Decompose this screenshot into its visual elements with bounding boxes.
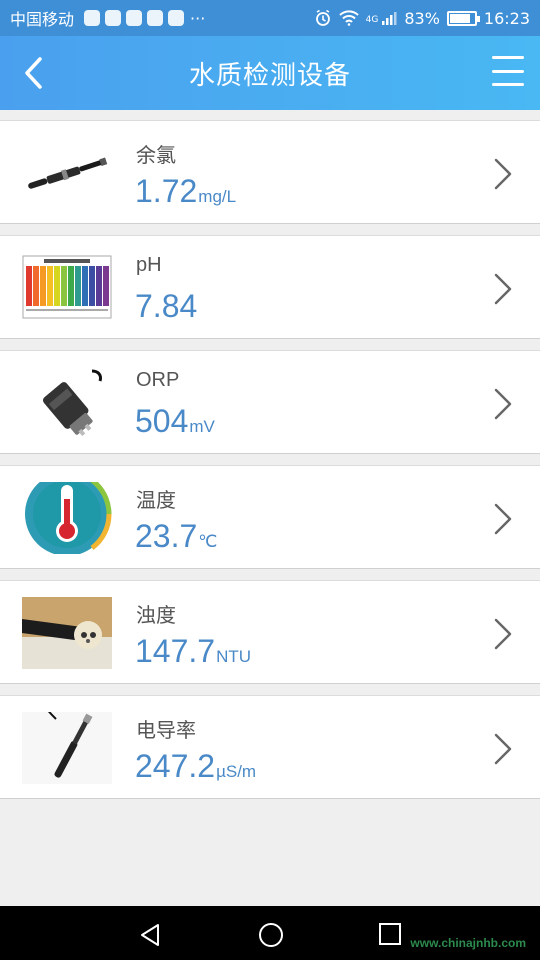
reading-unit: mg/L — [198, 187, 237, 206]
device-name: 温度 — [136, 490, 176, 512]
reading-unit: mV — [189, 417, 215, 436]
battery-level-fill — [449, 13, 470, 23]
reading-value: 147.7 — [135, 633, 216, 669]
reading-value: 7.84 — [135, 288, 198, 324]
device-name: 浊度 — [136, 605, 176, 627]
orp-sensor-image — [22, 367, 112, 439]
device-name: pH — [136, 254, 162, 276]
device-reading: 147.7NTU — [135, 633, 251, 670]
device-reading: 7.84 — [135, 288, 198, 325]
status-right: 4G 83% 16:23 — [314, 9, 530, 28]
app-notification-icon — [168, 10, 185, 26]
nav-recent-apps-icon[interactable] — [379, 923, 401, 945]
device-row-turbidity[interactable]: 浊度 147.7NTU — [0, 580, 540, 684]
chlorine-sensor-image — [22, 137, 112, 209]
device-row-conductivity[interactable]: 电导率 247.2µS/m — [0, 695, 540, 799]
app-header: 水质检测设备 — [0, 36, 540, 110]
status-bar: 中国移动 ··· 4G 83% 16:23 — [0, 0, 540, 36]
chevron-right-icon — [494, 733, 512, 765]
device-reading: 1.72mg/L — [135, 173, 236, 210]
conductivity-probe-image — [22, 712, 112, 784]
notification-icons — [84, 10, 185, 26]
device-row-temperature[interactable]: 温度 23.7℃ — [0, 465, 540, 569]
thermometer-image — [22, 482, 112, 554]
device-row-ph[interactable]: pH 7.84 — [0, 235, 540, 339]
device-name: 余氯 — [136, 145, 176, 167]
reading-unit: NTU — [216, 647, 252, 666]
device-list: 余氯 1.72mg/L pH 7.84 ORP 504mV 温度 23.7℃ 浊… — [0, 120, 540, 810]
hamburger-menu-icon — [492, 56, 524, 59]
menu-button[interactable] — [492, 56, 524, 86]
device-name: ORP — [136, 369, 180, 391]
reading-value: 504 — [135, 403, 189, 439]
nav-home-icon[interactable] — [258, 922, 284, 948]
reading-value: 1.72 — [135, 173, 198, 209]
ph-chart-image — [22, 252, 112, 324]
reading-unit: µS/m — [216, 762, 257, 781]
chevron-right-icon — [494, 618, 512, 650]
watermark-text: www.chinajnhb.com — [410, 936, 526, 950]
device-reading: 504mV — [135, 403, 215, 440]
device-row-orp[interactable]: ORP 504mV — [0, 350, 540, 454]
device-reading: 247.2µS/m — [135, 748, 256, 785]
nav-back-icon[interactable] — [139, 923, 161, 947]
signal-strength-icon — [382, 12, 397, 25]
page-title: 水质检测设备 — [188, 60, 351, 91]
alarm-icon — [315, 9, 330, 26]
reading-unit: ℃ — [198, 532, 218, 551]
network-type-label: 4G — [365, 14, 379, 25]
device-row-chlorine[interactable]: 余氯 1.72mg/L — [0, 120, 540, 224]
system-navigation-bar: www.chinajnhb.com — [0, 906, 540, 960]
battery-percent: 83% — [404, 8, 440, 28]
reading-value: 23.7 — [135, 518, 198, 554]
app-notification-icon — [147, 10, 164, 26]
device-name: 电导率 — [136, 720, 196, 742]
app-notification-icon — [105, 10, 122, 26]
chevron-right-icon — [494, 158, 512, 190]
device-reading: 23.7℃ — [135, 518, 217, 555]
battery-icon — [446, 10, 480, 26]
back-chevron-icon — [25, 57, 42, 89]
more-notifications: ··· — [190, 8, 206, 28]
app-notification-icon — [84, 10, 101, 26]
reading-value: 247.2 — [135, 748, 216, 784]
chevron-right-icon — [494, 388, 512, 420]
wifi-icon — [338, 10, 359, 26]
back-button[interactable] — [22, 55, 52, 91]
carrier-name: 中国移动 — [10, 10, 75, 29]
app-notification-icon — [126, 10, 143, 26]
status-left: 中国移动 ··· — [10, 6, 205, 30]
chevron-right-icon — [494, 503, 512, 535]
turbidity-sensor-image — [22, 597, 112, 669]
clock-time: 16:23 — [483, 8, 530, 28]
chevron-right-icon — [494, 273, 512, 305]
